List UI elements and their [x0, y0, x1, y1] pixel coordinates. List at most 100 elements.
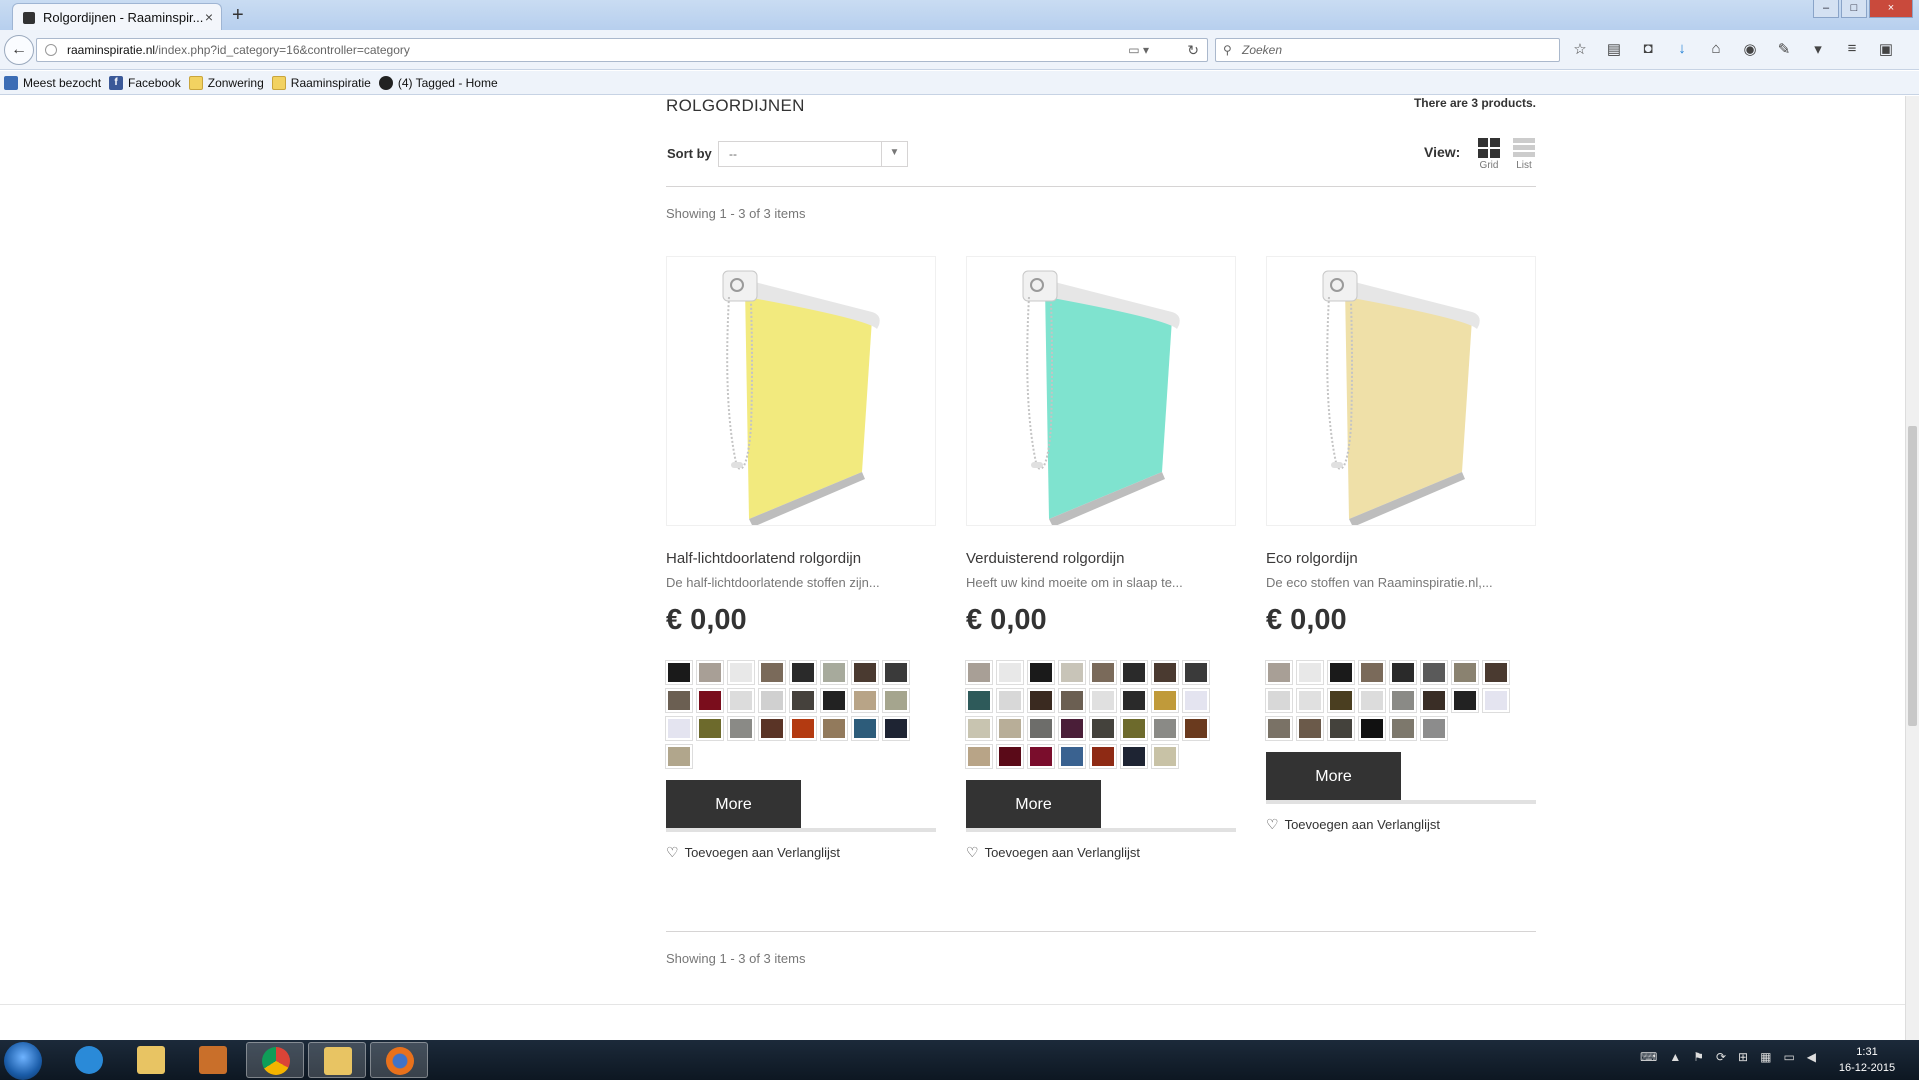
add-to-wishlist-link[interactable]: ♡ Toevoegen aan Verlanglijst	[1266, 816, 1536, 833]
taskbar-chrome[interactable]	[246, 1042, 304, 1078]
add-to-wishlist-link[interactable]: ♡ Toevoegen aan Verlanglijst	[666, 844, 936, 861]
color-swatch[interactable]	[851, 688, 879, 713]
color-swatch[interactable]	[1389, 660, 1417, 685]
color-swatch[interactable]	[965, 660, 993, 685]
color-swatch[interactable]	[1358, 660, 1386, 685]
color-swatch[interactable]	[1089, 688, 1117, 713]
color-swatch[interactable]	[996, 688, 1024, 713]
bookmark-tagged[interactable]: (4) Tagged - Home	[378, 75, 498, 90]
color-swatch[interactable]	[727, 688, 755, 713]
color-swatch[interactable]	[1389, 688, 1417, 713]
downloads-icon[interactable]: ↓	[1672, 40, 1692, 58]
color-swatch[interactable]	[1296, 716, 1324, 741]
color-swatch[interactable]	[882, 688, 910, 713]
color-swatch[interactable]	[758, 660, 786, 685]
color-swatch[interactable]	[1182, 716, 1210, 741]
site-identity-icon[interactable]	[45, 44, 57, 56]
action-center-icon[interactable]: ⚑	[1693, 1050, 1704, 1064]
product-name[interactable]: Verduisterend rolgordijn	[966, 550, 1236, 567]
bookmark-facebook[interactable]: f Facebook	[109, 75, 181, 90]
product-image[interactable]	[1266, 256, 1536, 527]
minimize-button[interactable]: –	[1813, 0, 1839, 18]
color-swatch[interactable]	[1182, 660, 1210, 685]
extension-icon[interactable]: ✎	[1774, 40, 1794, 58]
chat-icon[interactable]: ◉	[1740, 40, 1760, 58]
color-swatch[interactable]	[1027, 716, 1055, 741]
color-swatch[interactable]	[1089, 660, 1117, 685]
sync-icon[interactable]: ⟳	[1716, 1050, 1726, 1064]
color-swatch[interactable]	[1482, 688, 1510, 713]
color-swatch[interactable]	[1027, 744, 1055, 769]
color-swatch[interactable]	[1120, 744, 1148, 769]
color-swatch[interactable]	[1389, 716, 1417, 741]
show-hidden-icons[interactable]: ▲	[1669, 1050, 1681, 1064]
color-swatch[interactable]	[1089, 744, 1117, 769]
network-icon[interactable]: ▦	[1760, 1050, 1771, 1064]
product-name[interactable]: Half-lichtdoorlatend rolgordijn	[666, 550, 936, 567]
product-image[interactable]	[966, 256, 1236, 527]
color-swatch[interactable]	[1151, 744, 1179, 769]
color-swatch[interactable]	[1058, 716, 1086, 741]
color-swatch[interactable]	[1482, 660, 1510, 685]
color-swatch[interactable]	[1058, 660, 1086, 685]
chevron-down-icon[interactable]: ▼	[881, 142, 907, 166]
color-swatch[interactable]	[665, 660, 693, 685]
color-swatch[interactable]	[851, 660, 879, 685]
start-button[interactable]	[4, 1042, 42, 1080]
color-swatch[interactable]	[665, 744, 693, 769]
taskbar-firefox[interactable]	[370, 1042, 428, 1078]
color-swatch[interactable]	[789, 688, 817, 713]
reload-icon[interactable]: ↻	[1187, 42, 1199, 59]
color-swatch[interactable]	[1420, 716, 1448, 741]
color-swatch[interactable]	[996, 660, 1024, 685]
color-swatch[interactable]	[1120, 716, 1148, 741]
bookmark-raaminspiratie[interactable]: Raaminspiratie	[271, 75, 371, 90]
color-swatch[interactable]	[996, 744, 1024, 769]
color-swatch[interactable]	[1327, 688, 1355, 713]
sort-select[interactable]: -- ▼	[718, 141, 908, 167]
color-swatch[interactable]	[1027, 660, 1055, 685]
color-swatch[interactable]	[758, 716, 786, 741]
windows-icon[interactable]: ⊞	[1738, 1050, 1748, 1064]
color-swatch[interactable]	[1451, 660, 1479, 685]
color-swatch[interactable]	[1120, 688, 1148, 713]
addon-icon[interactable]: ▣	[1876, 40, 1896, 58]
color-swatch[interactable]	[1327, 716, 1355, 741]
color-swatch[interactable]	[789, 716, 817, 741]
bookmarks-list-icon[interactable]: ▤	[1604, 40, 1624, 58]
add-to-wishlist-link[interactable]: ♡ Toevoegen aan Verlanglijst	[966, 844, 1236, 861]
more-button[interactable]: More	[1266, 752, 1401, 802]
close-window-button[interactable]: ×	[1869, 0, 1913, 18]
color-swatch[interactable]	[1358, 688, 1386, 713]
volume-icon[interactable]: ◀	[1807, 1050, 1816, 1064]
color-swatch[interactable]	[1058, 688, 1086, 713]
color-swatch[interactable]	[851, 716, 879, 741]
display-icon[interactable]: ▭	[1783, 1050, 1794, 1064]
hamburger-menu-icon[interactable]: ≡	[1842, 40, 1862, 58]
color-swatch[interactable]	[1265, 660, 1293, 685]
view-list-button[interactable]: List	[1509, 138, 1539, 171]
color-swatch[interactable]	[727, 660, 755, 685]
taskbar-folder[interactable]	[308, 1042, 366, 1078]
pocket-icon[interactable]: ◘	[1638, 40, 1658, 58]
maximize-button[interactable]: □	[1841, 0, 1867, 18]
more-button[interactable]: More	[966, 780, 1101, 830]
color-swatch[interactable]	[965, 716, 993, 741]
scrollbar-thumb[interactable]	[1908, 426, 1917, 726]
color-swatch[interactable]	[1058, 744, 1086, 769]
color-swatch[interactable]	[1089, 716, 1117, 741]
menu-dropdown-icon[interactable]: ▾	[1808, 40, 1828, 58]
color-swatch[interactable]	[820, 688, 848, 713]
tab-close-icon[interactable]: ×	[205, 9, 213, 25]
color-swatch[interactable]	[665, 688, 693, 713]
color-swatch[interactable]	[1451, 688, 1479, 713]
color-swatch[interactable]	[1151, 688, 1179, 713]
keyboard-icon[interactable]: ⌨	[1640, 1050, 1657, 1064]
bookmark-meest-bezocht[interactable]: Meest bezocht	[4, 75, 101, 90]
color-swatch[interactable]	[965, 744, 993, 769]
url-bar[interactable]: raaminspiratie.nl/index.php?id_category=…	[36, 38, 1208, 62]
more-button[interactable]: More	[666, 780, 801, 830]
new-tab-button[interactable]: +	[232, 4, 244, 27]
color-swatch[interactable]	[882, 660, 910, 685]
color-swatch[interactable]	[1358, 716, 1386, 741]
